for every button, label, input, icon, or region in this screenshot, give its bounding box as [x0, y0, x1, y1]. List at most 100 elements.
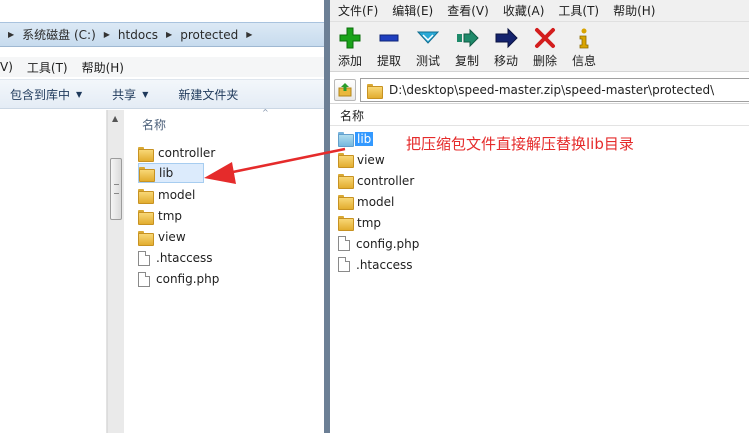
- add-button[interactable]: 添加: [330, 26, 370, 70]
- list-item[interactable]: controller: [138, 143, 215, 163]
- explorer-address-bar[interactable]: ▶ 系统磁盘 (C:) ▶ htdocs ▶ protected ▶: [0, 22, 330, 47]
- menu-view[interactable]: 查看(V): [447, 2, 489, 19]
- check-chevron-icon: [415, 26, 441, 50]
- file-icon: [138, 271, 150, 287]
- navigation-pane[interactable]: [0, 110, 107, 433]
- test-button[interactable]: 测试: [408, 26, 448, 70]
- move-label: 移动: [493, 54, 518, 68]
- folder-icon: [338, 153, 354, 168]
- file-name: .htaccess: [156, 251, 213, 265]
- name-column-label: 名称: [340, 109, 365, 123]
- new-folder-label: 新建文件夹: [178, 87, 239, 102]
- winrar-file-list: lib view controller model tmp config.php…: [330, 126, 749, 433]
- chevron-down-icon: ▼: [142, 89, 149, 99]
- breadcrumb-item-drive[interactable]: 系统磁盘 (C:): [22, 26, 96, 43]
- list-item[interactable]: lib: [338, 128, 374, 149]
- sort-ascending-icon: ^: [262, 108, 269, 117]
- menu-favorites[interactable]: 收藏(A): [503, 2, 545, 19]
- menu-tools[interactable]: 工具(T): [27, 59, 68, 76]
- winrar-menubar: 文件(F) 编辑(E) 查看(V) 收藏(A) 工具(T) 帮助(H): [330, 0, 749, 22]
- file-name: view: [357, 152, 385, 167]
- list-item[interactable]: config.php: [338, 233, 421, 254]
- info-icon: [571, 26, 597, 50]
- file-icon: [338, 236, 350, 251]
- navigation-scrollbar[interactable]: ▲: [107, 110, 124, 433]
- breadcrumb-arrow-icon[interactable]: ▶: [166, 30, 172, 39]
- extract-label: 提取: [376, 54, 401, 68]
- explorer-window: ▶ 系统磁盘 (C:) ▶ htdocs ▶ protected ▶ V) 工具…: [0, 0, 330, 433]
- explorer-file-list: ^ 名称 controller lib model tmp view .htac…: [124, 108, 330, 433]
- menu-tools[interactable]: 工具(T): [558, 2, 599, 19]
- info-button[interactable]: 信息: [564, 26, 604, 70]
- move-arrow-icon: [493, 26, 519, 50]
- breadcrumb-item-htdocs[interactable]: htdocs: [118, 28, 158, 42]
- winrar-toolbar: 添加 提取 测试 复制 移动 删除 信息: [330, 22, 749, 72]
- list-item[interactable]: controller: [338, 170, 416, 191]
- archive-path-value: D:\desktop\speed-master.zip\speed-master…: [389, 83, 715, 97]
- breadcrumb-arrow-icon[interactable]: ▶: [8, 30, 14, 39]
- file-name: lib: [355, 131, 374, 146]
- list-item[interactable]: view: [338, 149, 387, 170]
- folder-icon: [338, 174, 354, 189]
- include-in-library-button[interactable]: 包含到库中 ▼: [10, 86, 82, 103]
- include-in-library-label: 包含到库中: [10, 87, 71, 102]
- list-item[interactable]: model: [138, 185, 195, 205]
- folder-icon: [138, 146, 154, 162]
- file-name: controller: [357, 173, 415, 188]
- folder-icon: [138, 209, 154, 225]
- list-item[interactable]: lib: [138, 163, 204, 183]
- file-name: lib: [159, 166, 174, 180]
- winrar-path-bar: D:\desktop\speed-master.zip\speed-master…: [330, 76, 749, 104]
- scrollbar-thumb[interactable]: [110, 158, 122, 220]
- name-column-header[interactable]: 名称: [142, 116, 166, 133]
- folder-icon: [338, 132, 354, 147]
- folder-icon: [138, 188, 154, 204]
- file-icon: [338, 257, 350, 272]
- up-folder-button[interactable]: [334, 79, 356, 101]
- extract-button[interactable]: 提取: [369, 26, 409, 70]
- folder-icon: [367, 83, 383, 99]
- scroll-up-icon[interactable]: ▲: [112, 114, 118, 123]
- list-item[interactable]: config.php: [138, 269, 219, 289]
- share-label: 共享: [112, 87, 137, 102]
- list-item[interactable]: .htaccess: [338, 254, 415, 275]
- file-name: view: [158, 230, 186, 244]
- file-name: config.php: [356, 236, 420, 251]
- list-item[interactable]: model: [338, 191, 396, 212]
- new-folder-button[interactable]: 新建文件夹: [178, 86, 238, 103]
- list-item[interactable]: tmp: [138, 206, 182, 226]
- name-column-header[interactable]: 名称: [330, 106, 749, 126]
- file-name: tmp: [357, 215, 382, 230]
- file-name: tmp: [158, 209, 183, 223]
- file-name: model: [158, 188, 196, 202]
- folder-icon: [138, 230, 154, 246]
- menu-file[interactable]: 文件(F): [338, 2, 378, 19]
- file-name: model: [357, 194, 395, 209]
- file-icon: [138, 250, 150, 266]
- list-item[interactable]: tmp: [338, 212, 383, 233]
- breadcrumb-arrow-icon[interactable]: ▶: [104, 30, 110, 39]
- annotation-text: 把压缩包文件直接解压替换lib目录: [406, 135, 634, 153]
- archive-path-field[interactable]: D:\desktop\speed-master.zip\speed-master…: [360, 78, 749, 102]
- copy-button[interactable]: 复制: [447, 26, 487, 70]
- breadcrumb-arrow-icon[interactable]: ▶: [246, 30, 252, 39]
- share-button[interactable]: 共享 ▼: [112, 86, 148, 103]
- copy-arrow-icon: [454, 26, 480, 50]
- breadcrumb-item-protected[interactable]: protected: [180, 28, 238, 42]
- menu-help[interactable]: 帮助(H): [82, 59, 124, 76]
- list-item[interactable]: .htaccess: [138, 248, 213, 268]
- plus-icon: [337, 26, 363, 50]
- delete-button[interactable]: 删除: [525, 26, 565, 70]
- menu-edit[interactable]: 编辑(E): [392, 2, 433, 19]
- winrar-window: 文件(F) 编辑(E) 查看(V) 收藏(A) 工具(T) 帮助(H) 添加 提…: [330, 0, 749, 433]
- explorer-menubar: V) 工具(T) 帮助(H): [0, 57, 330, 77]
- delete-x-icon: [532, 26, 558, 50]
- folder-icon: [338, 216, 354, 231]
- menu-help[interactable]: 帮助(H): [613, 2, 655, 19]
- menu-view[interactable]: V): [0, 60, 13, 74]
- file-name: controller: [158, 146, 216, 160]
- up-arrow-icon: [338, 83, 352, 97]
- minus-icon: [376, 26, 402, 50]
- list-item[interactable]: view: [138, 227, 186, 247]
- move-button[interactable]: 移动: [486, 26, 526, 70]
